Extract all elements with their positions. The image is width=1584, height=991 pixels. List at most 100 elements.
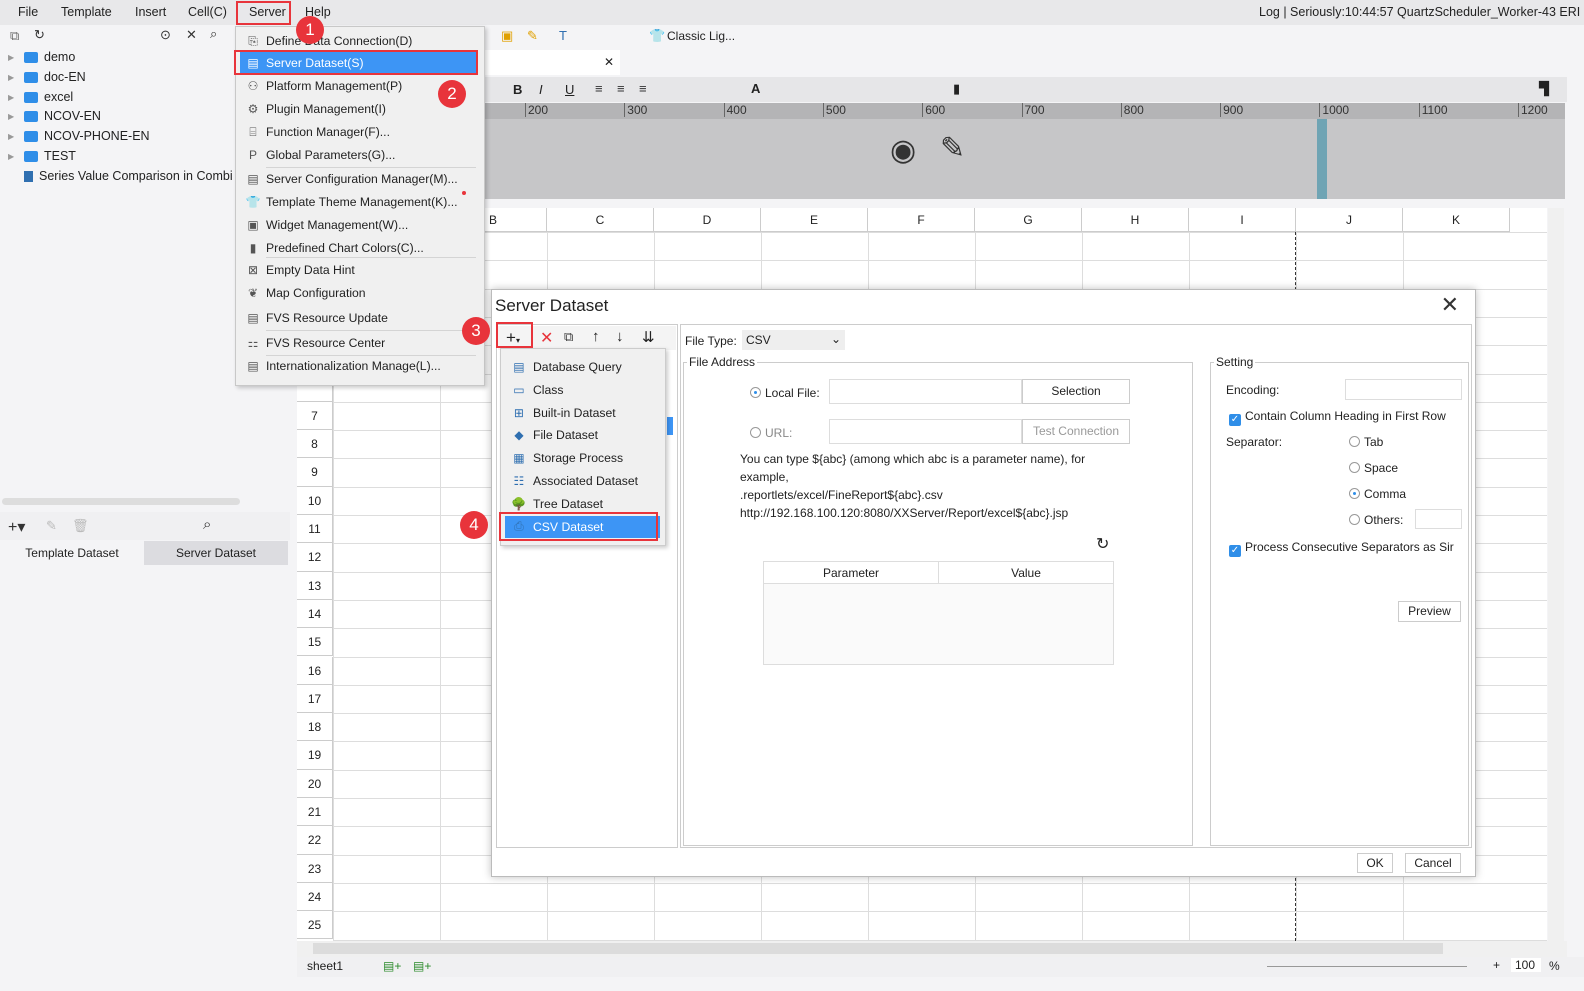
- font-color-icon[interactable]: A: [751, 81, 760, 96]
- edit-icon[interactable]: ✎: [46, 518, 57, 534]
- menu-cell[interactable]: Cell(C): [188, 5, 227, 19]
- column-header[interactable]: I: [1189, 208, 1296, 232]
- row-header[interactable]: 9: [297, 458, 333, 487]
- row-header[interactable]: 15: [297, 628, 333, 657]
- separator-others-radio[interactable]: Others:: [1349, 513, 1403, 527]
- test-connection-button[interactable]: Test Connection: [1022, 419, 1130, 444]
- row-header[interactable]: 12: [297, 543, 333, 572]
- panel-menu-icon[interactable]: ▜: [1539, 81, 1549, 97]
- italic-icon[interactable]: I: [539, 82, 543, 97]
- add-menu-item[interactable]: ▤ Database Query: [505, 356, 660, 378]
- row-header[interactable]: 8: [297, 430, 333, 459]
- column-header[interactable]: D: [654, 208, 761, 232]
- underline-icon[interactable]: U: [565, 82, 574, 97]
- horizontal-scrollbar[interactable]: [297, 941, 1567, 957]
- separator-comma-radio[interactable]: Comma: [1349, 487, 1406, 501]
- tree-folder[interactable]: ▶ excel: [8, 87, 73, 107]
- url-radio[interactable]: URL:: [750, 426, 792, 440]
- row-header[interactable]: 7: [297, 401, 333, 431]
- menu-item[interactable]: P Global Parameters(G)...: [240, 144, 478, 166]
- tab-server-dataset[interactable]: Server Dataset: [144, 541, 288, 565]
- edit-pencil-icon[interactable]: ✎: [940, 131, 965, 166]
- preview-button[interactable]: Preview: [1398, 601, 1461, 622]
- others-input[interactable]: [1415, 509, 1462, 529]
- tree-scrollbar[interactable]: [2, 498, 240, 505]
- tree-folder[interactable]: ▶ demo: [8, 47, 75, 67]
- local-file-radio[interactable]: Local File:: [750, 386, 820, 400]
- theme-button[interactable]: Classic Lig...: [667, 29, 735, 43]
- tab-template-dataset[interactable]: Template Dataset: [0, 541, 144, 565]
- menu-item[interactable]: ▤ Internationalization Manage(L)...: [240, 355, 478, 377]
- menu-file[interactable]: File: [18, 5, 38, 19]
- add-menu-item[interactable]: ◆ File Dataset: [505, 424, 660, 446]
- copy-icon[interactable]: ⧉: [564, 329, 573, 345]
- selection-button[interactable]: Selection: [1022, 379, 1130, 404]
- close-icon[interactable]: ✕: [1441, 292, 1459, 318]
- row-header[interactable]: 10: [297, 486, 333, 515]
- row-header[interactable]: 20: [297, 769, 333, 798]
- row-header[interactable]: 24: [297, 882, 333, 912]
- menu-insert[interactable]: Insert: [135, 5, 166, 19]
- row-header[interactable]: 16: [297, 656, 333, 685]
- sheet-tab[interactable]: sheet1: [307, 959, 343, 973]
- delete-icon[interactable]: ✕: [540, 328, 553, 348]
- menu-item[interactable]: ⌸ Function Manager(F)...: [240, 121, 478, 143]
- paste-icon[interactable]: ▣: [501, 28, 513, 44]
- list-scrollbar[interactable]: [667, 417, 673, 435]
- column-header[interactable]: C: [547, 208, 654, 232]
- format-painter-icon[interactable]: ✎: [527, 28, 538, 44]
- text-search-icon[interactable]: T: [559, 28, 567, 43]
- separator-space-radio[interactable]: Space: [1349, 461, 1398, 475]
- tree-file[interactable]: Series Value Comparison in Combi: [24, 166, 233, 186]
- contain-heading-checkbox[interactable]: ✓ Contain Column Heading in First Row: [1229, 409, 1446, 426]
- menu-item[interactable]: ⊠ Empty Data Hint: [240, 259, 478, 281]
- close-tab-icon[interactable]: ✕: [604, 55, 614, 69]
- separator-tab-radio[interactable]: Tab: [1349, 435, 1383, 449]
- row-header[interactable]: 23: [297, 854, 333, 883]
- align-left-icon[interactable]: ≡: [595, 81, 603, 96]
- tree-folder[interactable]: ▶ NCOV-PHONE-EN: [8, 126, 150, 146]
- search-icon[interactable]: ⌕: [203, 516, 211, 533]
- tree-folder[interactable]: ▶ TEST: [8, 146, 76, 166]
- parameter-table[interactable]: Parameter Value: [763, 561, 1114, 665]
- menu-item[interactable]: ⎘ Define Data Connection(D): [240, 30, 478, 52]
- column-header[interactable]: K: [1403, 208, 1510, 232]
- row-header[interactable]: 17: [297, 684, 333, 714]
- cancel-button[interactable]: Cancel: [1405, 853, 1461, 873]
- tree-folder[interactable]: ▶ doc-EN: [8, 67, 86, 87]
- move-down-icon[interactable]: ↓: [616, 328, 624, 345]
- url-input[interactable]: [829, 419, 1022, 444]
- column-header[interactable]: G: [975, 208, 1082, 232]
- ok-button[interactable]: OK: [1357, 853, 1393, 873]
- add-menu-item[interactable]: ⊞ Built-in Dataset: [505, 402, 660, 424]
- align-right-icon[interactable]: ≡: [639, 81, 647, 96]
- tree-folder[interactable]: ▶ NCOV-EN: [8, 106, 101, 126]
- row-header[interactable]: 11: [297, 515, 333, 544]
- add-menu-item[interactable]: ☷ Associated Dataset: [505, 470, 660, 492]
- column-header[interactable]: J: [1296, 208, 1403, 232]
- menu-item[interactable]: ⚏ FVS Resource Center: [240, 332, 478, 354]
- menu-item[interactable]: 👕 Template Theme Management(K)...: [240, 191, 478, 213]
- column-header[interactable]: E: [761, 208, 868, 232]
- menu-template[interactable]: Template: [61, 5, 112, 19]
- add-dataset-icon[interactable]: +▾: [8, 517, 25, 537]
- new-icon[interactable]: ⧉: [10, 28, 19, 44]
- row-header[interactable]: 25: [297, 911, 333, 940]
- column-header[interactable]: H: [1082, 208, 1189, 232]
- menu-item[interactable]: ▮ Predefined Chart Colors(C)...: [240, 237, 478, 259]
- row-header[interactable]: 18: [297, 713, 333, 742]
- delete-icon[interactable]: 🗑: [72, 518, 89, 534]
- align-center-icon[interactable]: ≡: [617, 81, 625, 96]
- encoding-input[interactable]: [1345, 379, 1462, 400]
- row-header[interactable]: 13: [297, 571, 333, 600]
- row-header[interactable]: 21: [297, 798, 333, 827]
- add-menu-item[interactable]: ▭ Class: [505, 379, 660, 401]
- file-type-select[interactable]: CSV ⌄: [742, 330, 845, 350]
- local-file-input[interactable]: [829, 379, 1022, 404]
- sort-icon[interactable]: ⇊: [642, 328, 655, 346]
- add-sheet-icon[interactable]: ▤+: [383, 959, 401, 973]
- zoom-in-icon[interactable]: +: [1493, 958, 1500, 972]
- row-header[interactable]: 14: [297, 599, 333, 629]
- menu-item[interactable]: ▣ Widget Management(W)...: [240, 214, 478, 236]
- row-header[interactable]: 22: [297, 826, 333, 855]
